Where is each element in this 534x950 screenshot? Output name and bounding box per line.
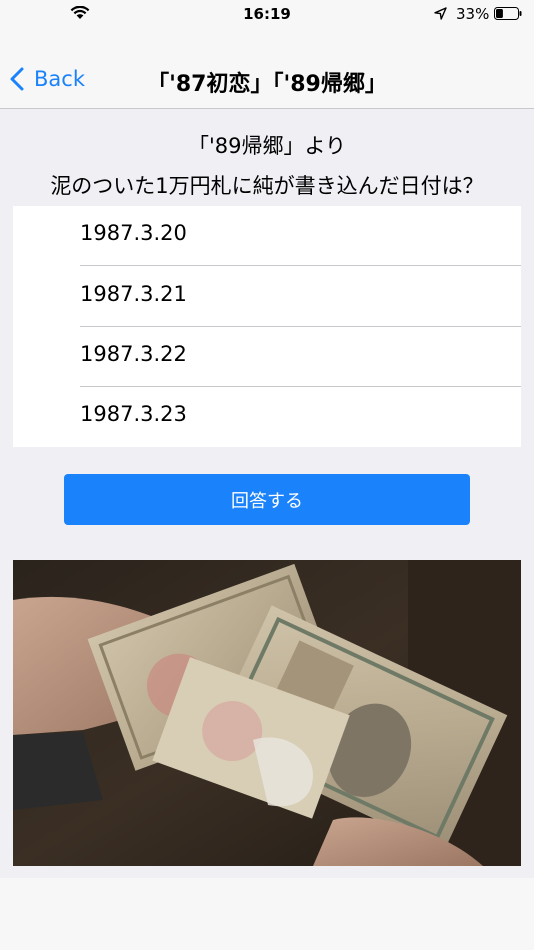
answer-option-label: 1987.3.23 — [80, 402, 187, 426]
answer-option[interactable]: 1987.3.20 — [13, 206, 521, 266]
page-title: 「'87初恋」「'89帰郷」 — [147, 72, 387, 97]
status-bar: 16:19 33% — [0, 0, 534, 28]
answer-button[interactable]: 回答する — [64, 474, 470, 525]
answer-option[interactable]: 1987.3.21 — [13, 267, 521, 327]
back-label: Back — [34, 67, 85, 91]
banknote-photo — [13, 560, 521, 866]
location-arrow-icon — [434, 7, 447, 20]
separator — [80, 265, 521, 266]
banknote-image — [13, 560, 521, 866]
bottom-area — [0, 878, 534, 950]
answer-option-label: 1987.3.21 — [80, 282, 187, 306]
back-button[interactable]: Back — [10, 64, 85, 94]
status-time: 16:19 — [243, 5, 291, 23]
answer-option-label: 1987.3.20 — [80, 221, 187, 245]
answer-option[interactable]: 1987.3.23 — [13, 387, 521, 447]
navigation-bar: Back 「'87初恋」「'89帰郷」 — [0, 28, 534, 109]
question-text: 泥のついた1万円札に純が書き込んだ日付は？ — [50, 174, 484, 198]
chevron-left-icon — [10, 67, 24, 91]
answer-options-list: 1987.3.20 1987.3.21 1987.3.22 1987.3.23 — [13, 206, 521, 447]
answer-option-label: 1987.3.22 — [80, 342, 187, 366]
answer-option[interactable]: 1987.3.22 — [13, 327, 521, 387]
question-source: 「'89帰郷」より — [187, 134, 347, 158]
battery-percent: 33% — [456, 5, 490, 23]
battery-icon — [494, 7, 522, 20]
